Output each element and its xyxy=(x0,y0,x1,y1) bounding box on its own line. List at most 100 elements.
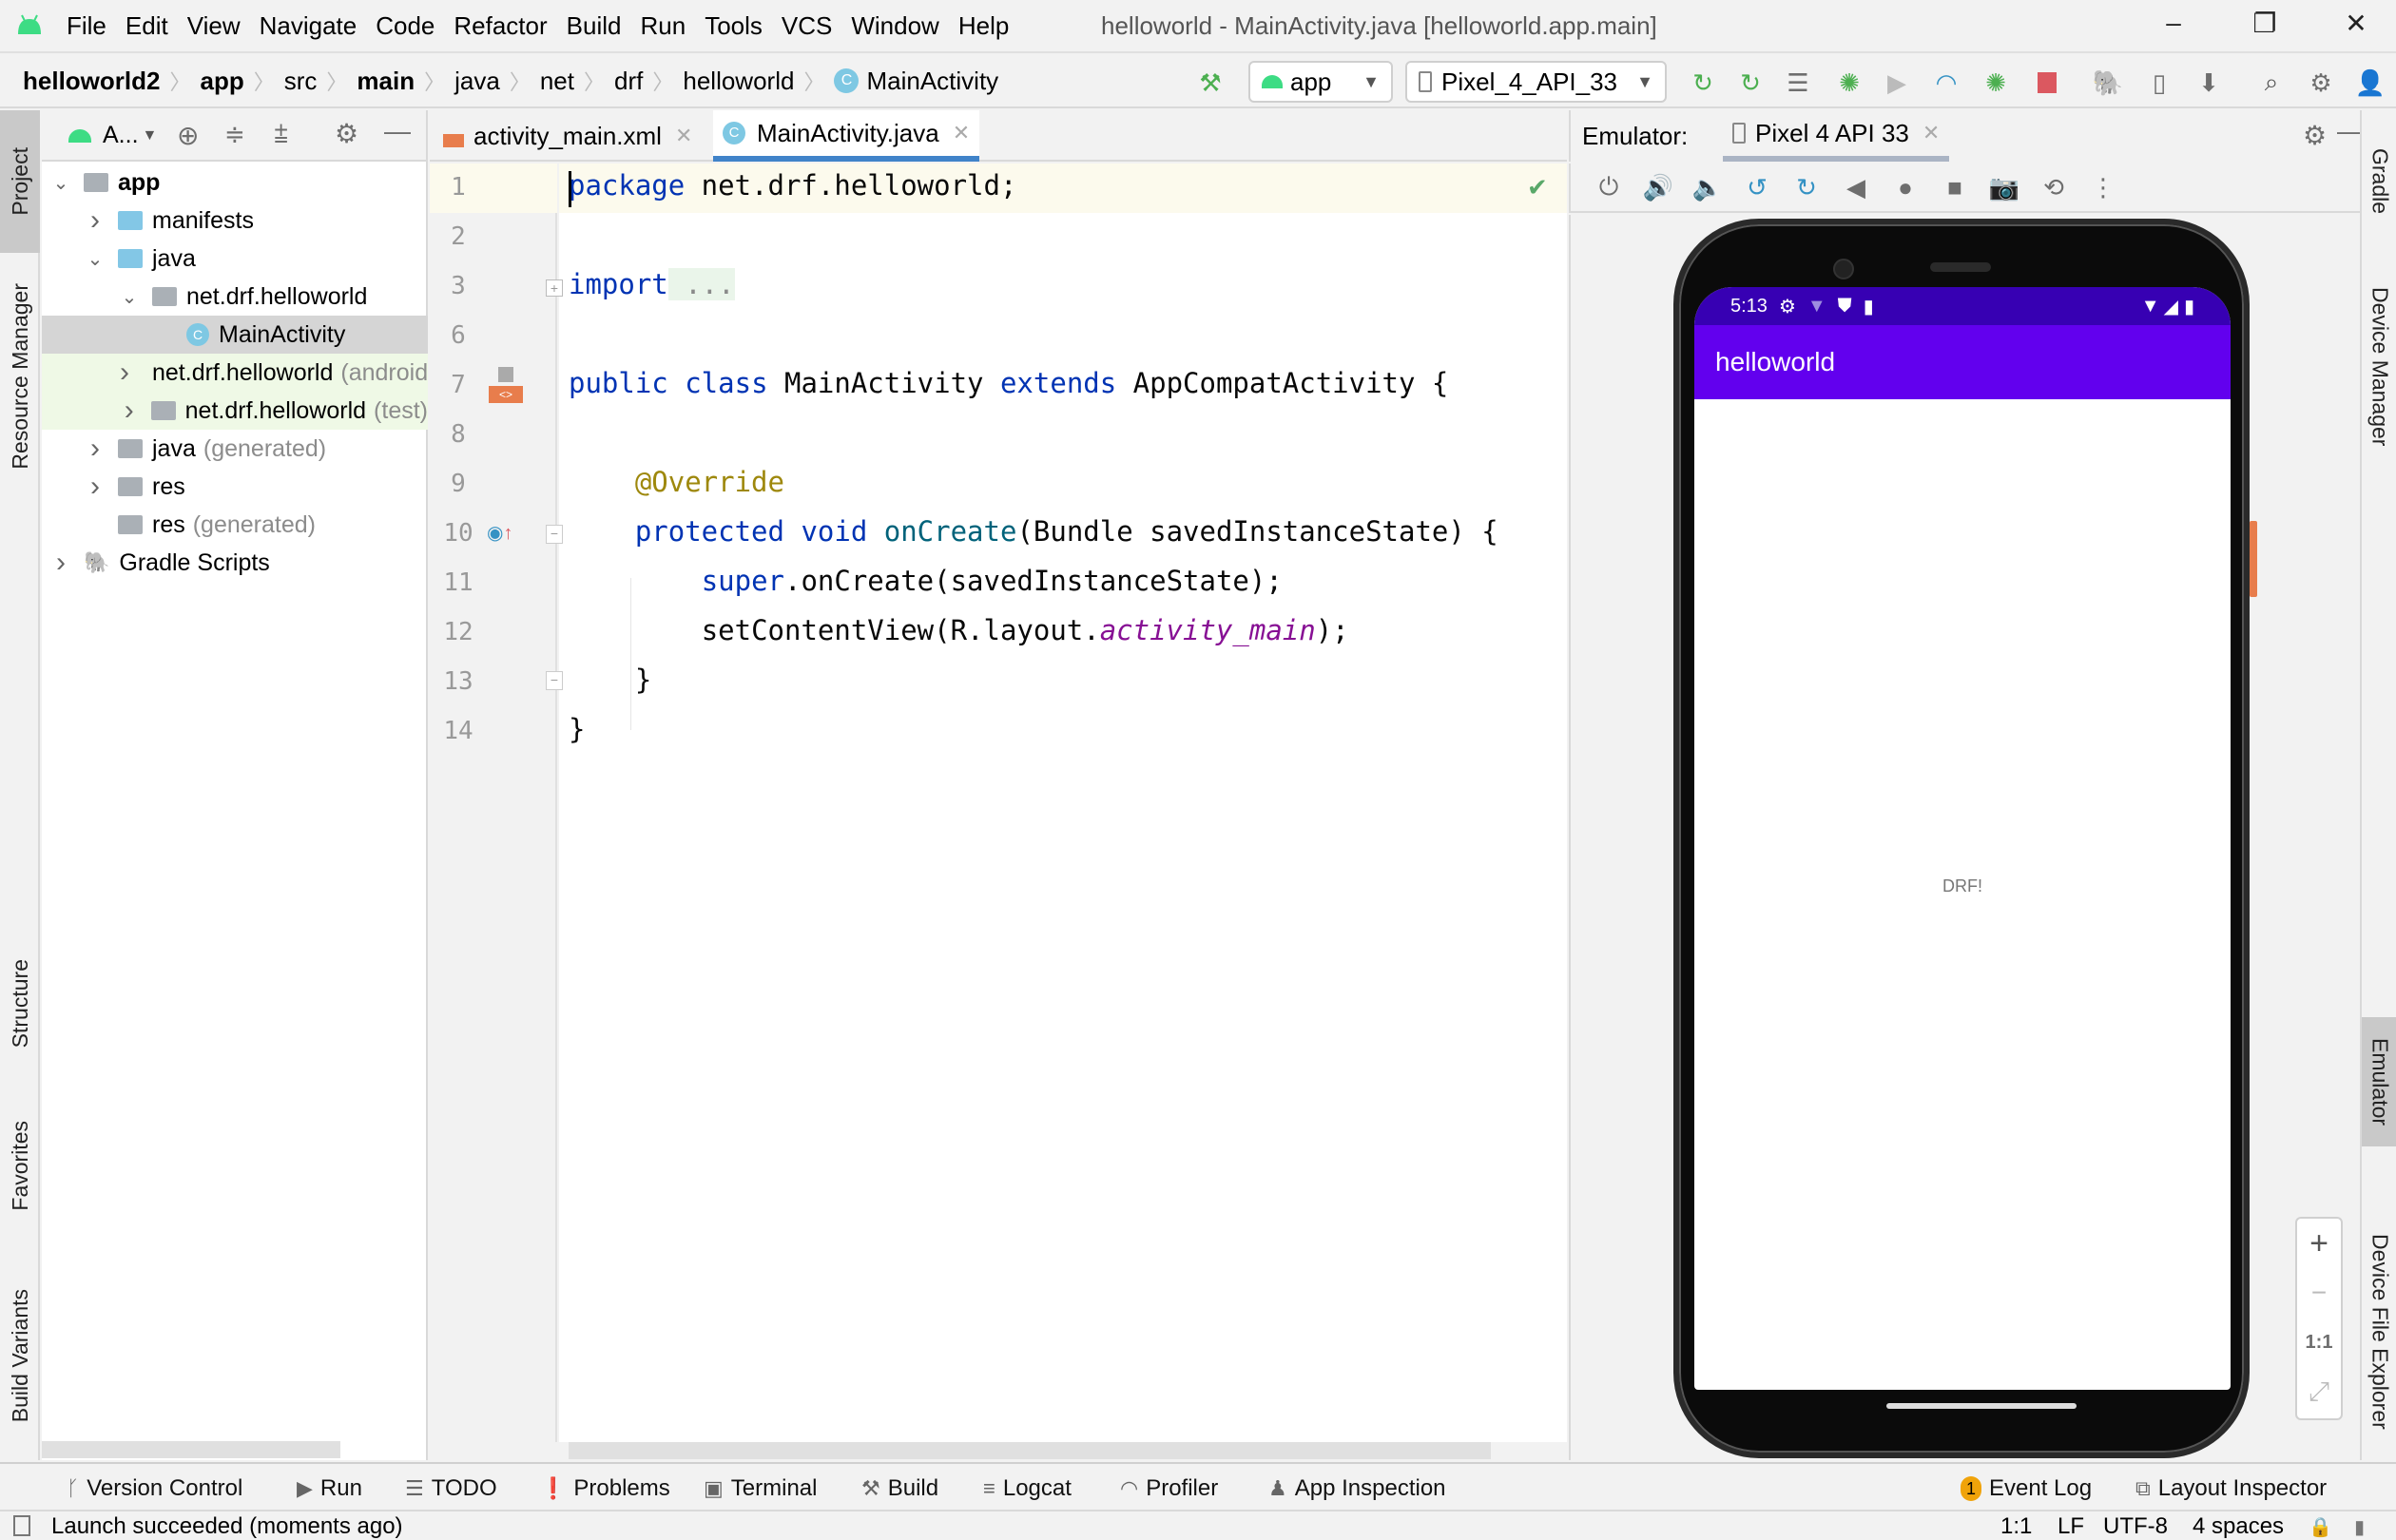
phone-screen[interactable]: 5:13 ⚙ ▼ ⛊ ▮ ▼ ◢ ▮ helloworld DRF! xyxy=(1694,287,2231,1390)
breadcrumb-item[interactable]: helloworld xyxy=(683,67,794,96)
tab-resource-manager[interactable]: Resource Manager xyxy=(0,258,40,495)
tool-todo[interactable]: ☰ TODO xyxy=(405,1475,497,1502)
chevron-right-icon[interactable]: › xyxy=(86,204,105,237)
menu-edit[interactable]: Edit xyxy=(126,11,168,41)
overview-icon[interactable]: ■ xyxy=(1930,173,1980,202)
breadcrumb-item[interactable]: net xyxy=(540,67,574,96)
file-encoding[interactable]: UTF-8 xyxy=(2103,1513,2168,1540)
override-method-icon[interactable]: ◉↑ xyxy=(487,521,512,545)
back-icon[interactable]: ◀ xyxy=(1831,173,1881,202)
device-dropdown[interactable]: Pixel_4_API_33 ▼ xyxy=(1405,61,1667,103)
close-window-button[interactable]: ✕ xyxy=(2337,8,2375,46)
hide-panel-icon[interactable]: — xyxy=(384,116,411,146)
tool-version-control[interactable]: ᚴ Version Control xyxy=(67,1475,242,1502)
project-scrollbar[interactable] xyxy=(42,1441,340,1458)
apply-changes-icon[interactable]: ↻ xyxy=(1734,67,1767,99)
tree-item[interactable]: › net.drf.helloworld(androidTest) xyxy=(42,354,428,392)
tool-run[interactable]: ▶ Run xyxy=(297,1475,362,1502)
tab-device-file-explorer[interactable]: Device File Explorer xyxy=(2362,1203,2396,1460)
locate-icon[interactable]: ⊕ xyxy=(177,120,199,151)
expand-all-icon[interactable]: ≑ xyxy=(224,120,245,149)
folded-imports[interactable]: ... xyxy=(667,268,735,300)
zoom-actual-size-button[interactable]: 1:1 xyxy=(2297,1318,2341,1367)
breadcrumb-item[interactable]: src xyxy=(284,67,318,96)
rotate-right-icon[interactable]: ↻ xyxy=(1782,173,1831,202)
menu-code[interactable]: Code xyxy=(376,11,435,41)
tab-activity-main-xml[interactable]: activity_main.xml ✕ xyxy=(434,110,702,162)
menu-help[interactable]: Help xyxy=(958,11,1009,41)
tab-build-variants[interactable]: Build Variants xyxy=(0,1261,40,1451)
attach-debugger-icon[interactable]: ▶ xyxy=(1881,67,1913,99)
editor-scrollbar[interactable] xyxy=(569,1442,1491,1459)
lock-icon[interactable]: 🔒 xyxy=(2309,1515,2332,1539)
breadcrumb-item[interactable]: MainActivity xyxy=(866,67,998,96)
tool-problems[interactable]: ❗ Problems xyxy=(540,1475,670,1502)
caret-position[interactable]: 1:1 xyxy=(2000,1513,2032,1540)
tree-item[interactable]: ⌄ java xyxy=(42,240,428,278)
tab-favorites[interactable]: Favorites xyxy=(0,1089,40,1242)
account-icon[interactable]: 👤 xyxy=(2354,67,2386,99)
volume-up-icon[interactable]: 🔊 xyxy=(1633,173,1683,202)
screenshot-icon[interactable]: 📷 xyxy=(1980,173,2029,202)
breadcrumb-item[interactable]: java xyxy=(454,67,500,96)
tree-item[interactable]: › manifests xyxy=(42,202,428,240)
tool-logcat[interactable]: ≡ Logcat xyxy=(983,1475,1072,1502)
device-manager-icon[interactable]: ▯ xyxy=(2143,67,2175,99)
power-icon[interactable]: ⏻ xyxy=(1584,172,1633,202)
minimize-button[interactable]: – xyxy=(2154,8,2193,46)
profile-icon[interactable]: ◠ xyxy=(1930,67,1962,99)
status-message[interactable]: Launch succeeded (moments ago) xyxy=(51,1513,403,1540)
tab-device-manager[interactable]: Device Manager xyxy=(2362,262,2396,472)
tab-project[interactable]: Project xyxy=(0,110,40,253)
debug-icon[interactable]: ✺ xyxy=(1833,67,1865,99)
chevron-right-icon[interactable]: › xyxy=(86,471,105,503)
sdk-manager-icon[interactable]: ⬇ xyxy=(2193,67,2225,99)
tool-build[interactable]: ⚒ Build xyxy=(861,1475,938,1502)
breadcrumb-item[interactable]: main xyxy=(357,67,415,96)
menu-navigate[interactable]: Navigate xyxy=(260,11,357,41)
chevron-down-icon[interactable]: ⌄ xyxy=(120,285,139,309)
tool-terminal[interactable]: ▣ Terminal xyxy=(704,1475,818,1502)
tree-item[interactable]: › net.drf.helloworld (test) xyxy=(42,392,428,430)
more-icon[interactable]: ⋮ xyxy=(2078,173,2128,202)
tree-item[interactable]: res (generated) xyxy=(42,506,428,544)
zoom-out-button[interactable]: − xyxy=(2297,1268,2341,1318)
chevron-right-icon[interactable]: › xyxy=(86,433,105,465)
menu-view[interactable]: View xyxy=(187,11,241,41)
toggle-tool-windows-icon[interactable] xyxy=(13,1515,30,1536)
memory-indicator-icon[interactable]: ▮ xyxy=(2354,1515,2365,1539)
zoom-in-button[interactable]: + xyxy=(2297,1219,2341,1268)
related-layout-icon[interactable]: <> xyxy=(489,367,523,405)
home-indicator[interactable] xyxy=(1886,1403,2077,1409)
project-view-selector[interactable]: A... ▼ xyxy=(68,122,157,149)
chevron-right-icon[interactable]: › xyxy=(120,356,129,389)
code-editor[interactable]: ✔ xyxy=(559,164,1567,1459)
close-tab-icon[interactable]: ✕ xyxy=(1923,121,1940,145)
fold-end-icon[interactable]: − xyxy=(546,671,563,690)
restore-button[interactable]: ❐ xyxy=(2246,8,2284,46)
menu-refactor[interactable]: Refactor xyxy=(454,11,547,41)
tab-structure[interactable]: Structure xyxy=(0,928,40,1080)
zoom-fit-button[interactable]: ⤢ xyxy=(2297,1367,2341,1416)
volume-down-icon[interactable]: 🔈 xyxy=(1683,173,1732,202)
menu-vcs[interactable]: VCS xyxy=(782,11,832,41)
breadcrumb-item[interactable]: app xyxy=(200,67,243,96)
tool-layout-inspector[interactable]: ⧉ Layout Inspector xyxy=(2135,1475,2327,1502)
tree-item[interactable]: C MainActivity xyxy=(42,316,428,354)
hammer-icon[interactable]: ⚒ xyxy=(1194,67,1227,99)
fold-collapse-icon[interactable]: − xyxy=(546,525,563,544)
menu-run[interactable]: Run xyxy=(640,11,686,41)
tab-gradle[interactable]: Gradle xyxy=(2362,120,2396,243)
snapshot-icon[interactable]: ⟲ xyxy=(2029,173,2078,202)
tree-item[interactable]: › 🐘 Gradle Scripts xyxy=(42,544,428,582)
search-icon[interactable]: ⌕ xyxy=(2255,67,2288,99)
rerun-icon[interactable]: ↻ xyxy=(1687,67,1719,99)
tree-item[interactable]: › java (generated) xyxy=(42,430,428,468)
tab-emulator-device[interactable]: Pixel 4 API 33 ✕ xyxy=(1723,110,1950,162)
chevron-down-icon[interactable]: ⌄ xyxy=(51,171,70,195)
chevron-right-icon[interactable]: › xyxy=(51,547,70,579)
chevron-right-icon[interactable]: › xyxy=(120,395,138,427)
run-config-dropdown[interactable]: app ▼ xyxy=(1248,61,1393,103)
tab-main-activity-java[interactable]: C MainActivity.java ✕ xyxy=(713,110,980,162)
tree-item[interactable]: › res xyxy=(42,468,428,506)
